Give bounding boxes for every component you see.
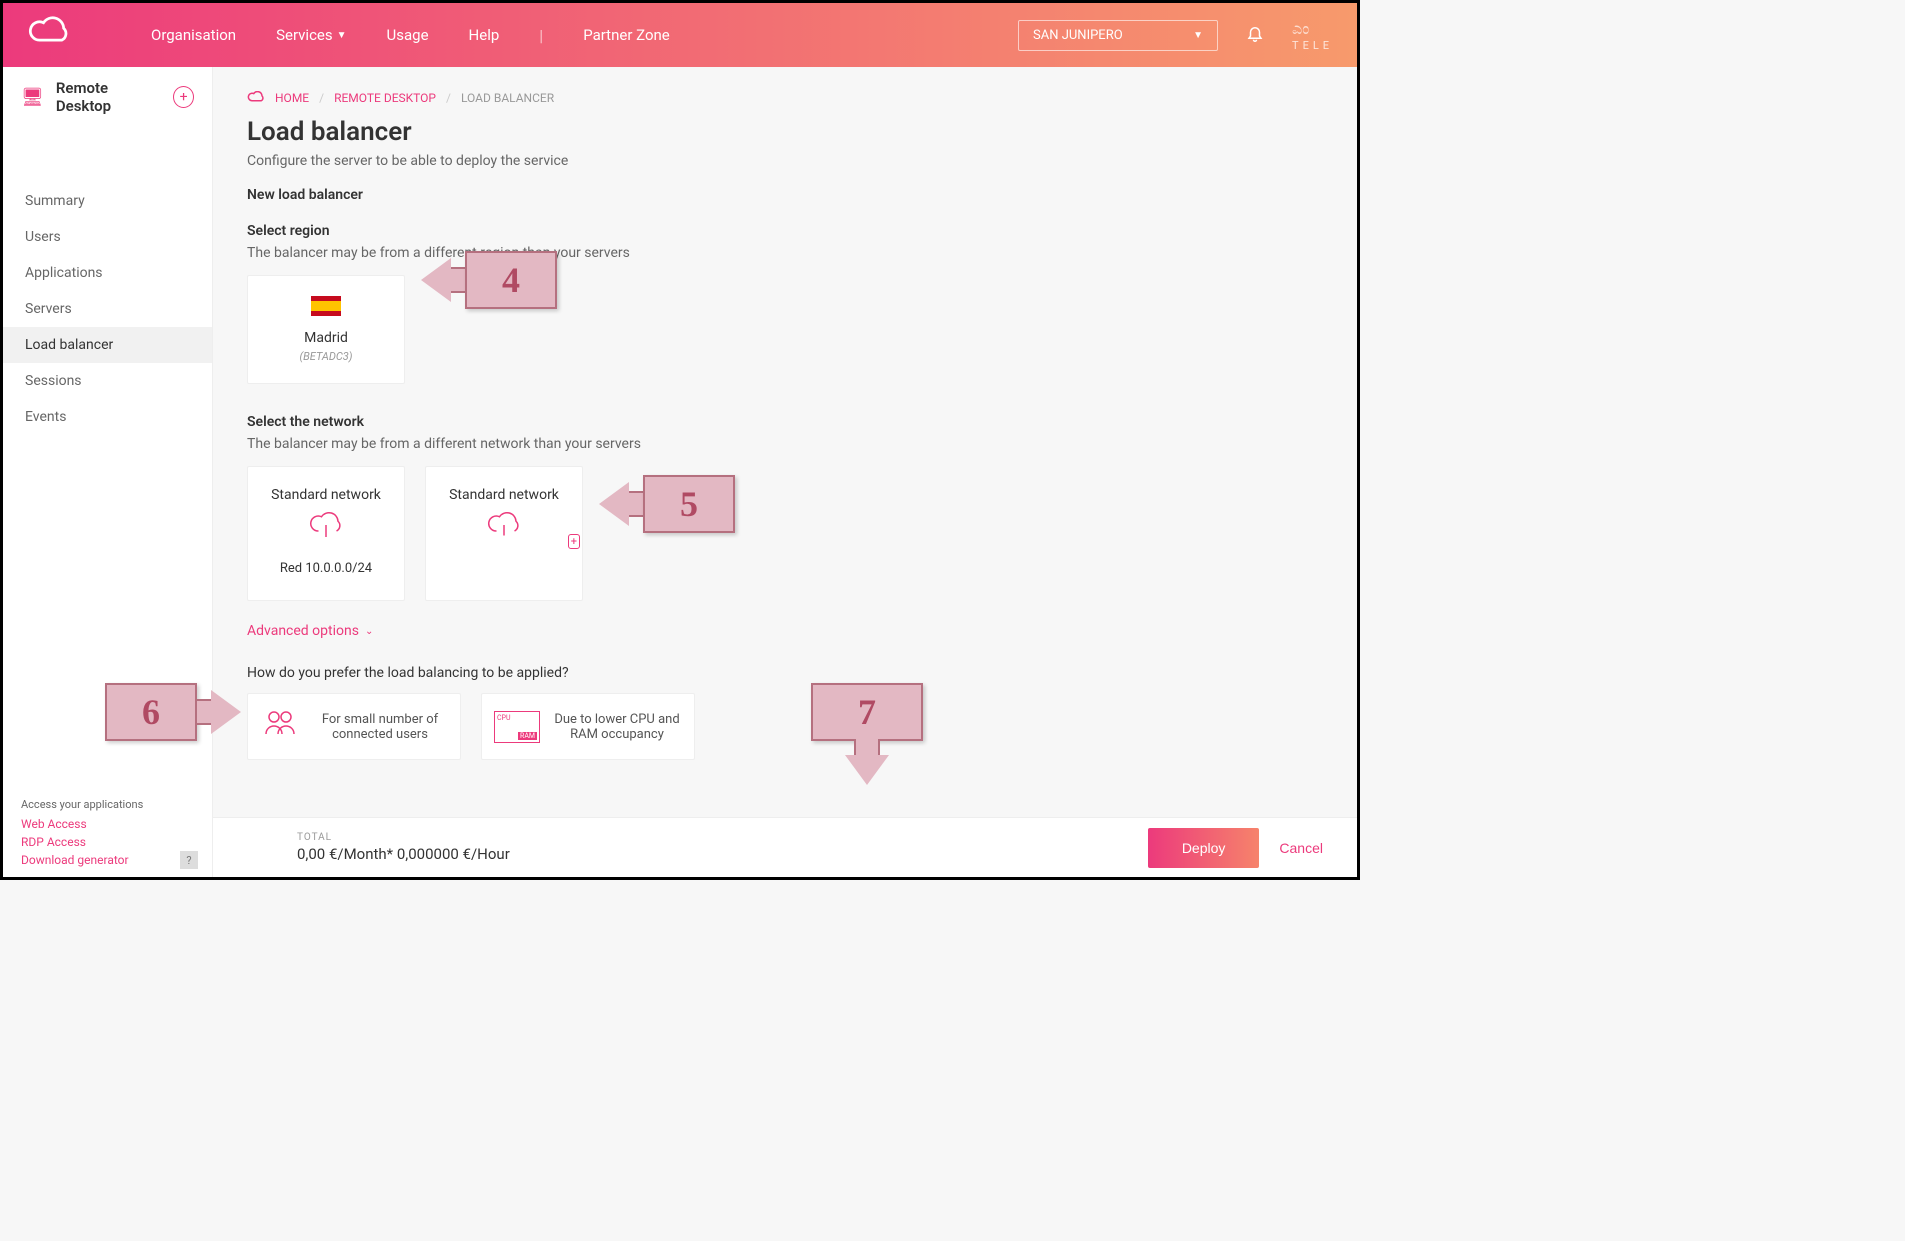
- pref-card-label: Due to lower CPU and RAM occupancy: [552, 712, 682, 742]
- nav-services[interactable]: Services▼: [276, 26, 346, 44]
- sidebar-title-text: Remote Desktop: [56, 79, 161, 115]
- network-card-existing[interactable]: Standard network Red 10.0.0.0/24: [247, 466, 405, 601]
- network-card-title: Standard network: [436, 487, 572, 503]
- breadcrumb-home[interactable]: HOME: [275, 91, 309, 105]
- remote-desktop-icon: 🖥: [21, 87, 44, 108]
- region-label: Select region: [247, 223, 1323, 239]
- logo-icon: [27, 16, 71, 54]
- help-icon[interactable]: ?: [180, 851, 198, 869]
- pref-card-users[interactable]: For small number of connected users: [247, 693, 461, 760]
- flag-spain-icon: [311, 296, 341, 316]
- sidebar-menu: Summary Users Applications Servers Load …: [3, 183, 212, 435]
- chevron-down-icon: ⌄: [365, 626, 373, 637]
- sidebar-item-servers[interactable]: Servers: [3, 291, 212, 327]
- sidebar-item-summary[interactable]: Summary: [3, 183, 212, 219]
- network-note: The balancer may be from a different net…: [247, 436, 1323, 452]
- network-card-title: Standard network: [258, 487, 394, 503]
- breadcrumb-sep: /: [319, 91, 324, 105]
- cloud-add-icon: +: [436, 511, 572, 547]
- nav-organisation[interactable]: Organisation: [151, 26, 236, 44]
- sidebar-footer-title: Access your applications: [21, 798, 143, 811]
- sidebar: 🖥 Remote Desktop + Summary Users Applica…: [3, 67, 213, 877]
- org-dropdown[interactable]: SAN JUNIPERO ▼: [1018, 20, 1218, 51]
- cpu-ram-icon: [494, 711, 540, 743]
- sidebar-item-load-balancer[interactable]: Load balancer: [3, 327, 212, 363]
- breadcrumb: HOME / REMOTE DESKTOP / LOAD BALANCER: [247, 89, 1323, 107]
- nav-help[interactable]: Help: [469, 26, 500, 44]
- org-selected-label: SAN JUNIPERO: [1033, 28, 1123, 43]
- network-label: Select the network: [247, 414, 1323, 430]
- top-nav: Organisation Services▼ Usage Help | Part…: [151, 26, 1018, 45]
- add-button[interactable]: +: [173, 86, 194, 108]
- form-title: New load balancer: [247, 187, 1323, 203]
- sidebar-footer: Access your applications Web Access RDP …: [21, 798, 143, 869]
- sidebar-item-sessions[interactable]: Sessions: [3, 363, 212, 399]
- header-right: SAN JUNIPERO ▼ ಎಂ TELE: [1018, 19, 1333, 52]
- breadcrumb-parent[interactable]: REMOTE DESKTOP: [334, 91, 436, 105]
- link-web-access[interactable]: Web Access: [21, 815, 143, 833]
- brand-mark: ಎಂ TELE: [1292, 19, 1333, 52]
- page-subtitle: Configure the server to be able to deplo…: [247, 153, 1323, 169]
- chevron-down-icon: ▼: [1193, 30, 1203, 41]
- link-rdp-access[interactable]: RDP Access: [21, 833, 143, 851]
- total-value: 0,00 €/Month* 0,000000 €/Hour: [297, 845, 1148, 863]
- total-label: TOTAL: [297, 832, 1148, 843]
- bottom-bar: TOTAL 0,00 €/Month* 0,000000 €/Hour Depl…: [213, 817, 1357, 877]
- nav-partner-zone[interactable]: Partner Zone: [583, 26, 670, 44]
- pref-question: How do you prefer the load balancing to …: [247, 665, 1323, 681]
- region-city: Madrid: [258, 330, 394, 346]
- cloud-download-icon: [258, 511, 394, 547]
- sidebar-item-events[interactable]: Events: [3, 399, 212, 435]
- pref-card-label: For small number of connected users: [312, 712, 448, 742]
- breadcrumb-current: LOAD BALANCER: [461, 91, 554, 105]
- nav-separator: |: [539, 26, 543, 45]
- users-icon: [260, 708, 300, 745]
- deploy-button[interactable]: Deploy: [1148, 828, 1260, 868]
- link-download-generator[interactable]: Download generator: [21, 851, 143, 869]
- network-card-new[interactable]: Standard network +: [425, 466, 583, 601]
- breadcrumb-sep: /: [446, 91, 451, 105]
- nav-usage[interactable]: Usage: [387, 26, 429, 44]
- sidebar-item-users[interactable]: Users: [3, 219, 212, 255]
- home-icon: [247, 89, 265, 107]
- chevron-down-icon: ▼: [337, 30, 347, 41]
- plus-badge-icon: +: [568, 534, 580, 549]
- main-content: HOME / REMOTE DESKTOP / LOAD BALANCER Lo…: [213, 67, 1357, 817]
- network-card-sub: Red 10.0.0.0/24: [258, 561, 394, 576]
- region-note: The balancer may be from a different reg…: [247, 245, 1323, 261]
- total-block: TOTAL 0,00 €/Month* 0,000000 €/Hour: [247, 832, 1148, 863]
- pref-card-cpu-ram[interactable]: Due to lower CPU and RAM occupancy: [481, 693, 695, 760]
- notifications-icon[interactable]: [1246, 24, 1264, 47]
- region-card-madrid[interactable]: Madrid (BETADC3): [247, 275, 405, 384]
- sidebar-title: 🖥 Remote Desktop +: [3, 71, 212, 133]
- advanced-options-toggle[interactable]: Advanced options ⌄: [247, 623, 1323, 639]
- sidebar-item-applications[interactable]: Applications: [3, 255, 212, 291]
- region-code: (BETADC3): [258, 350, 394, 363]
- page-title: Load balancer: [247, 117, 1323, 147]
- cancel-button[interactable]: Cancel: [1279, 840, 1323, 856]
- top-header: Organisation Services▼ Usage Help | Part…: [3, 3, 1357, 67]
